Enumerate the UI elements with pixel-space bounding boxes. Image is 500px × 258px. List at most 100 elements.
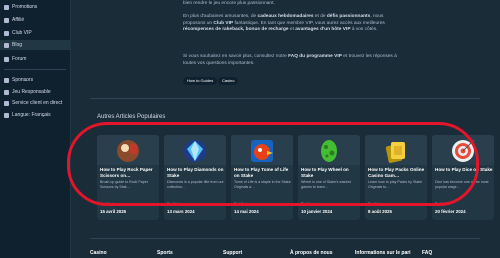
published-label: Publié à bbox=[301, 202, 315, 206]
highlight-text: avantages d'un hôte VIP bbox=[295, 27, 351, 33]
card-thumbnail bbox=[298, 135, 360, 165]
headset-icon bbox=[4, 100, 9, 106]
sidebar-item-affiliate[interactable]: Affilié bbox=[4, 15, 24, 25]
dartboard-icon bbox=[452, 139, 475, 162]
sidebar-item-label: Jeu Responsable bbox=[12, 89, 51, 95]
sidebar-item-language[interactable]: Langue: Français ⌄ bbox=[4, 110, 51, 120]
sidebar-item-responsible-gaming[interactable]: Jeu Responsable bbox=[4, 87, 51, 97]
section-title: Autres Articles Populaires bbox=[97, 114, 166, 120]
handshake-icon bbox=[4, 77, 9, 83]
card-thumbnail bbox=[432, 135, 494, 165]
diamond-icon bbox=[184, 140, 206, 162]
main-content: bien rendre le jeu encore plus passionna… bbox=[70, 0, 500, 258]
footer-heading-support[interactable]: Support bbox=[223, 250, 242, 256]
published-label: Publié à bbox=[368, 202, 382, 206]
article-paragraph: Si vous souhaitez en savoir plus, consul… bbox=[183, 54, 398, 67]
shield-icon bbox=[4, 89, 9, 95]
footer-heading-sports[interactable]: Sports bbox=[157, 250, 173, 256]
published-date: 13 mars 2024 bbox=[167, 209, 195, 214]
card-description: Tome of Life is a staple in the Stake Or… bbox=[234, 180, 291, 189]
published-date: 20 février 2024 bbox=[435, 209, 466, 214]
sidebar-item-label: Forum bbox=[12, 56, 27, 62]
bird-icon bbox=[251, 140, 273, 162]
sidebar-item-blog[interactable]: Blog bbox=[0, 40, 70, 50]
published-date: 15 avril 2025 bbox=[100, 209, 127, 214]
sidebar-divider bbox=[4, 69, 66, 70]
card-title: How to Play Rock Paper Scissors on… bbox=[100, 167, 153, 178]
published-label: Publié à bbox=[100, 202, 114, 206]
trophy-icon bbox=[4, 30, 9, 36]
article-card[interactable]: How to Play Diamonds on Stake Diamonds i… bbox=[164, 135, 226, 220]
card-thumbnail bbox=[97, 135, 159, 165]
divider bbox=[90, 98, 480, 99]
published-date: 14 mai 2024 bbox=[234, 209, 259, 214]
article-card[interactable]: How to Play Wheel on Stake Wheel is one … bbox=[298, 135, 360, 220]
chat-icon bbox=[4, 56, 9, 62]
article-card[interactable]: How to Play Rock Paper Scissors on… Brus… bbox=[97, 135, 159, 220]
chevron-down-icon[interactable]: ⌄ bbox=[24, 77, 28, 83]
sidebar-item-label: Promotions bbox=[12, 4, 38, 10]
published-date: 8 août 2025 bbox=[368, 209, 392, 214]
sidebar-item-forum[interactable]: Forum bbox=[4, 54, 26, 64]
card-title: How to Play Tome of Life on Stake bbox=[234, 167, 289, 178]
article-paragraph: En plus d'aubaines amusantes, de cadeaux… bbox=[183, 14, 398, 34]
card-description: Dice has become one of the most popular … bbox=[435, 180, 489, 189]
card-thumbnail bbox=[365, 135, 427, 165]
card-thumbnail bbox=[164, 135, 226, 165]
card-description: Wheel is one of Stake's easiest games to… bbox=[301, 180, 351, 189]
chevron-down-icon[interactable]: ⌄ bbox=[28, 4, 32, 10]
paragraph-text: Si vous souhaitez en savoir plus, consul… bbox=[183, 54, 289, 59]
article-card[interactable]: How to Play Dice on Stake Dice has becom… bbox=[432, 135, 494, 220]
sidebar-item-label: Club VIP bbox=[12, 30, 32, 36]
sidebar-item-vip-club[interactable]: Club VIP bbox=[4, 28, 32, 38]
footer: Casino Sports Support À propos de nous I… bbox=[90, 248, 500, 258]
tag-casino[interactable]: Casino bbox=[218, 77, 239, 85]
document-icon bbox=[4, 42, 9, 48]
sidebar-item-label: Service client en direct bbox=[12, 100, 63, 106]
paragraph-text: En plus d'aubaines amusantes, de bbox=[183, 14, 258, 19]
paragraph-text: et de bbox=[313, 14, 327, 19]
sidebar-item-label: Blog bbox=[12, 42, 23, 48]
cards-icon bbox=[385, 142, 405, 163]
footer-heading-casino[interactable]: Casino bbox=[90, 250, 107, 256]
highlight-text: Club VIP bbox=[213, 20, 234, 26]
sidebar: Promotions ⌄ Affilié Club VIP Blog Forum… bbox=[0, 0, 71, 258]
tag-how-to-guides[interactable]: How to Guides bbox=[183, 77, 218, 85]
highlight-text: défis passionnants bbox=[326, 14, 371, 19]
published-label: Publié à bbox=[435, 202, 449, 206]
footer-heading-faq[interactable]: FAQ bbox=[422, 250, 432, 256]
paragraph-text: à vos côtés. bbox=[350, 27, 378, 33]
published-label: Publié à bbox=[167, 202, 181, 206]
article-paragraph: bien rendre le jeu encore plus passionna… bbox=[183, 1, 398, 8]
paragraph-text: bien rendre le jeu encore plus passionna… bbox=[183, 1, 275, 6]
highlight-text: récompenses de rakeback, bonus de rechar… bbox=[183, 27, 289, 33]
rock-paper-scissors-icon bbox=[117, 140, 139, 162]
card-thumbnail bbox=[231, 135, 293, 165]
gift-icon bbox=[4, 4, 9, 10]
footer-heading-betting-info[interactable]: Informations sur le pari bbox=[355, 250, 411, 256]
sidebar-item-sponsors[interactable]: Sponsors ⌄ bbox=[4, 75, 33, 85]
divider bbox=[90, 238, 480, 239]
sidebar-item-promotions[interactable]: Promotions ⌄ bbox=[4, 2, 37, 12]
globe-icon bbox=[4, 112, 9, 118]
article-card[interactable]: How to Play Packs Online Casino Gam… Lea… bbox=[365, 135, 427, 220]
card-description: Learn how to play Packs by Stake Origina… bbox=[368, 180, 423, 189]
card-description: Brush up guide to Rock Paper Scissors by… bbox=[100, 180, 148, 189]
published-date: 10 janvier 2024 bbox=[301, 209, 333, 214]
sidebar-item-live-support[interactable]: Service client en direct bbox=[4, 98, 62, 108]
egg-icon bbox=[321, 140, 337, 162]
paragraph-text: fantastique. En tant que membre VIP, vou… bbox=[233, 20, 385, 26]
sidebar-item-label: Sponsors bbox=[12, 77, 34, 83]
card-title: How to Play Packs Online Casino Gam… bbox=[368, 167, 425, 178]
article-card[interactable]: How to Play Tome of Life on Stake Tome o… bbox=[231, 135, 293, 220]
card-title: How to Play Diamonds on Stake bbox=[167, 167, 224, 178]
faq-link[interactable]: FAQ du programme VIP bbox=[288, 54, 342, 59]
card-title: How to Play Dice on Stake bbox=[435, 167, 493, 172]
chevron-down-icon[interactable]: ⌄ bbox=[41, 112, 45, 118]
card-description: Diamonds is a popular title from our col… bbox=[167, 180, 224, 189]
published-label: Publié à bbox=[234, 202, 248, 206]
footer-heading-about[interactable]: À propos de nous bbox=[290, 250, 333, 256]
sidebar-item-label: Affilié bbox=[12, 17, 25, 23]
card-title: How to Play Wheel on Stake bbox=[301, 167, 349, 178]
highlight-text: cadeaux hebdomadaires bbox=[257, 14, 314, 19]
